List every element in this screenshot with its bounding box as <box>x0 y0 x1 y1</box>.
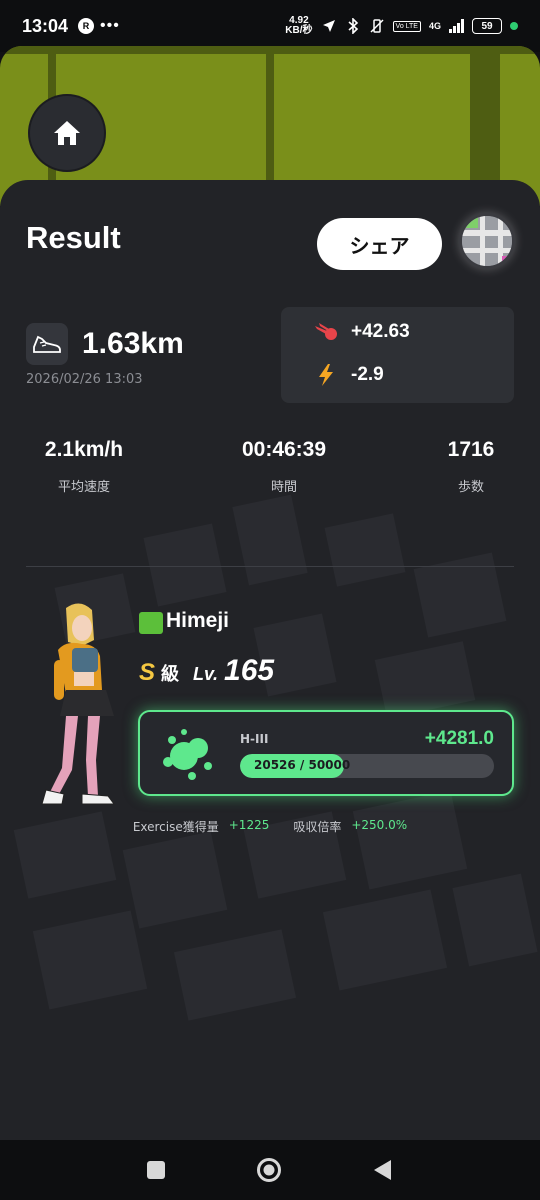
bluetooth-icon <box>345 18 361 34</box>
status-bar: 13:04 R ••• 4.92 KB/秒 Vo LTE 4G 59 <box>0 0 540 52</box>
character-name: Himeji <box>166 609 230 632</box>
rank-suffix: 級 <box>161 664 180 685</box>
exp-progress-bar: 20526 / 50000 <box>240 754 494 778</box>
exp-progress-text: 20526 / 50000 <box>254 758 351 772</box>
more-notifications-icon: ••• <box>100 17 120 34</box>
exercise-stats: Exercise獲得量 +1225 吸収倍率 +250.0% <box>0 818 540 835</box>
background-map-block <box>452 873 538 967</box>
exercise-label: Exercise獲得量 <box>132 820 219 834</box>
exercise-value: +1225 <box>228 818 270 832</box>
system-nav-bar <box>0 1140 540 1200</box>
location-icon <box>321 18 337 34</box>
network-speed-unit: KB/秒 <box>285 25 313 36</box>
home-button[interactable] <box>30 96 104 170</box>
volte-icon: Vo LTE <box>392 20 421 32</box>
network-type: 4G <box>428 21 441 31</box>
reward-primary-value: +42.63 <box>351 321 410 342</box>
background-map-block <box>232 494 308 586</box>
result-sheet: Result シェア 1.63km 2026/02/26 13:03 +42.6… <box>0 180 540 1140</box>
reward-row-secondary: -2.9 <box>313 363 384 387</box>
reward-secondary-value: -2.9 <box>351 364 384 385</box>
flag-emoji-icon <box>139 612 163 634</box>
background-map-block <box>374 641 476 719</box>
map-thumbnail-icon <box>462 216 512 266</box>
distance-value: 1.63km <box>82 327 184 360</box>
vibrate-icon <box>369 18 385 34</box>
battery-icon: 59 <box>472 18 502 34</box>
stat-label: 平均速度 <box>57 480 110 495</box>
privacy-indicator-icon <box>510 22 518 30</box>
exp-card[interactable]: H-III +4281.0 20526 / 50000 <box>138 710 514 796</box>
stat-average-speed: 2.1km/h 平均速度 <box>4 438 164 495</box>
character-avatar[interactable] <box>36 600 126 820</box>
home-nav-button[interactable] <box>256 1157 282 1183</box>
background-map-block <box>324 513 406 587</box>
page-title: Result <box>26 220 121 255</box>
share-button[interactable]: シェア <box>317 218 442 270</box>
stat-duration: 00:46:39 時間 <box>204 438 364 495</box>
walking-shoe-icon <box>26 323 68 365</box>
map-thumbnail-button[interactable] <box>459 213 515 269</box>
bubbles-icon <box>163 729 212 780</box>
background-map-block <box>173 929 297 1021</box>
reward-summary: +42.63 -2.9 <box>281 307 514 403</box>
stat-label: 時間 <box>270 480 297 495</box>
status-time: 13:04 <box>22 15 69 36</box>
level-value: 165 <box>224 654 275 687</box>
exp-tier: H-III <box>240 732 269 746</box>
stat-value: 1716 <box>447 438 495 461</box>
home-icon <box>54 121 80 145</box>
background-map-block <box>143 523 227 607</box>
rank-letter: S <box>139 659 156 686</box>
signal-icon <box>449 19 464 33</box>
background-map-block <box>122 831 228 929</box>
stat-label: 歩数 <box>457 480 484 495</box>
stat-value: 2.1km/h <box>44 438 124 461</box>
exp-gain: +4281.0 <box>424 728 494 749</box>
background-map-block <box>32 910 148 1010</box>
character-rank: S 級 Lv. 165 <box>139 654 274 688</box>
background-map-block <box>352 790 468 890</box>
background-map-block <box>322 889 448 991</box>
back-button[interactable] <box>372 1159 394 1181</box>
recents-button[interactable] <box>146 1160 166 1180</box>
absorb-label: 吸収倍率 <box>293 820 342 834</box>
meteor-icon <box>315 323 337 340</box>
absorb-value: +250.0% <box>351 818 408 832</box>
lightning-icon <box>319 364 333 386</box>
level-prefix: Lv. <box>193 664 219 684</box>
reward-row-primary: +42.63 <box>313 321 410 343</box>
network-speed: 4.92 KB/秒 <box>285 16 312 36</box>
stat-steps: 1716 歩数 <box>391 438 540 495</box>
r-badge-icon: R <box>78 18 95 34</box>
divider <box>26 566 514 567</box>
stat-value: 00:46:39 <box>241 438 327 461</box>
workout-datetime: 2026/02/26 13:03 <box>26 372 143 387</box>
